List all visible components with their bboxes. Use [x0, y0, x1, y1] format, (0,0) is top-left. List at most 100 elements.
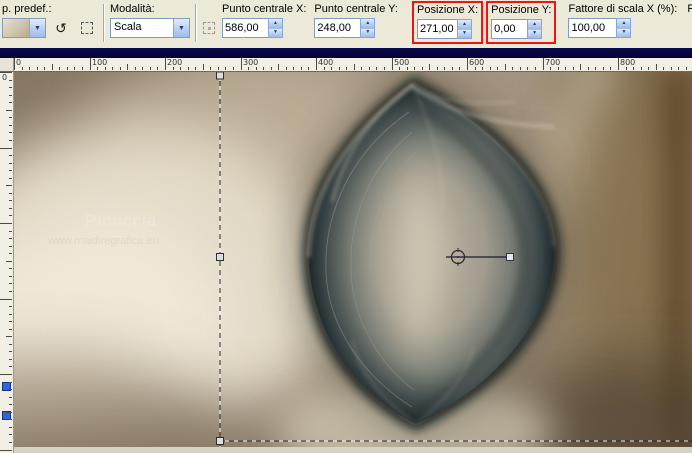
- ruler-tick: [256, 67, 257, 70]
- ruler-tick: [248, 67, 249, 70]
- ruler-tick: [9, 321, 12, 322]
- reset-to-default-button[interactable]: ↺: [50, 18, 72, 38]
- ruler-tick: [44, 67, 45, 70]
- fattore-scala-x-input[interactable]: [568, 18, 617, 38]
- transform-handle-top-left[interactable]: [216, 72, 224, 80]
- ruler-tick: [9, 117, 12, 118]
- ruler-tick: [9, 351, 12, 352]
- ruler-tick: [9, 306, 12, 307]
- ruler-tick: [324, 67, 325, 70]
- ruler-tick: [82, 67, 83, 70]
- center-point-button[interactable]: [202, 18, 216, 38]
- ruler-tick: [225, 67, 226, 70]
- ruler-tick: [9, 329, 12, 330]
- ruler-tick: [6, 110, 12, 111]
- ruler-vertical[interactable]: 0: [0, 72, 14, 453]
- modalita-value: Scala: [114, 21, 142, 33]
- spin-down-button[interactable]: ▼: [457, 29, 471, 38]
- ruler-tick: [376, 67, 377, 70]
- punto-centrale-x-input[interactable]: [222, 18, 268, 38]
- spin-up-button[interactable]: ▲: [269, 19, 282, 29]
- ruler-tick: [0, 223, 12, 224]
- ruler-tick-label: 200: [167, 58, 183, 67]
- ruler-tick: [9, 132, 12, 133]
- canvas[interactable]: Pinuccia www.maidiregrafica.eu: [14, 72, 692, 453]
- ruler-tick: [67, 67, 68, 70]
- posizione-x-input[interactable]: [416, 19, 457, 39]
- ruler-tick: [6, 261, 12, 262]
- ruler-tick: [663, 67, 664, 70]
- posizione-x-highlight: Posizione X: ▲ ▼: [411, 1, 484, 44]
- ruler-tick: [339, 67, 340, 70]
- preset-preview: [3, 19, 29, 37]
- ruler-tick: [331, 67, 332, 70]
- ruler-tick: [112, 67, 113, 70]
- modalita-dropdown[interactable]: Scala ▼: [110, 18, 190, 38]
- ruler-tick: [165, 58, 166, 70]
- posizione-y-input[interactable]: [491, 19, 528, 39]
- ruler-tick: [392, 58, 393, 70]
- rotation-handle[interactable]: [506, 253, 514, 261]
- ruler-tick: [9, 344, 12, 345]
- ruler-tick: [9, 397, 12, 398]
- ruler-horizontal[interactable]: 0 100 200 300 400 500 600 700 800: [14, 58, 692, 72]
- ruler-tick: [512, 67, 513, 70]
- spin-down-button[interactable]: ▼: [528, 29, 542, 38]
- ruler-tick: [210, 67, 211, 70]
- punto-centrale-y-input[interactable]: [314, 18, 361, 38]
- ruler-tick: [0, 148, 12, 149]
- modalita-group: Modalità: Scala ▼: [110, 3, 190, 38]
- spin-down-button[interactable]: ▼: [269, 28, 282, 37]
- spin-up-button[interactable]: ▲: [617, 19, 631, 29]
- transform-handle-middle-left[interactable]: [216, 253, 224, 261]
- ruler-tick: [0, 374, 12, 375]
- ruler-tick: [9, 140, 12, 141]
- ruler-tick: [9, 419, 12, 420]
- ruler-tick: [354, 64, 355, 70]
- ruler-tick: [9, 427, 12, 428]
- ruler-tick: [384, 67, 385, 70]
- ruler-tick: [9, 314, 12, 315]
- ruler-tick: [180, 67, 181, 70]
- ruler-tick: [9, 178, 12, 179]
- transform-handle-bottom-left[interactable]: [216, 437, 224, 445]
- selection-style-button[interactable]: [76, 18, 98, 38]
- ruler-tick-label: 500: [394, 58, 410, 67]
- ruler-tick: [686, 67, 687, 70]
- ruler-tick: [308, 67, 309, 70]
- ruler-tick: [9, 238, 12, 239]
- canvas-image[interactable]: Pinuccia www.maidiregrafica.eu: [14, 72, 692, 453]
- spin-up-button[interactable]: ▲: [361, 19, 375, 29]
- ruler-tick: [535, 67, 536, 70]
- reset-icon: ↺: [55, 20, 67, 36]
- ruler-tick: [90, 58, 91, 70]
- ruler-tick: [9, 231, 12, 232]
- ruler-tick: [9, 276, 12, 277]
- ruler-tick: [218, 67, 219, 70]
- ruler-tick: [9, 208, 12, 209]
- ruler-tick: [558, 67, 559, 70]
- preset-dropdown-arrow-icon[interactable]: ▼: [29, 19, 45, 37]
- ruler-tick: [444, 67, 445, 70]
- ruler-tick: [97, 67, 98, 70]
- ruler-tick: [618, 58, 619, 70]
- punto-centrale-y-group: Punto centrale Y: ▲ ▼: [314, 3, 398, 38]
- modalita-dropdown-arrow-icon[interactable]: ▼: [173, 19, 189, 37]
- spin-up-button[interactable]: ▲: [457, 20, 471, 30]
- spin-up-button[interactable]: ▲: [528, 20, 542, 30]
- ruler-tick: [9, 382, 12, 383]
- ruler-tick: [9, 283, 12, 284]
- ruler-tick: [9, 155, 12, 156]
- spin-down-button[interactable]: ▼: [361, 28, 375, 37]
- ruler-tick-label: 300: [243, 58, 259, 67]
- toolbar-separator: [195, 4, 197, 42]
- ruler-tick: [467, 58, 468, 70]
- ruler-tick: [452, 67, 453, 70]
- ruler-tick: [271, 67, 272, 70]
- ruler-tick: [74, 67, 75, 70]
- preset-dropdown[interactable]: ▼: [2, 18, 46, 38]
- ruler-tick-label: 0: [16, 58, 22, 67]
- spin-down-button[interactable]: ▼: [617, 28, 631, 37]
- ruler-tick: [173, 67, 174, 70]
- ruler-tick: [656, 64, 657, 70]
